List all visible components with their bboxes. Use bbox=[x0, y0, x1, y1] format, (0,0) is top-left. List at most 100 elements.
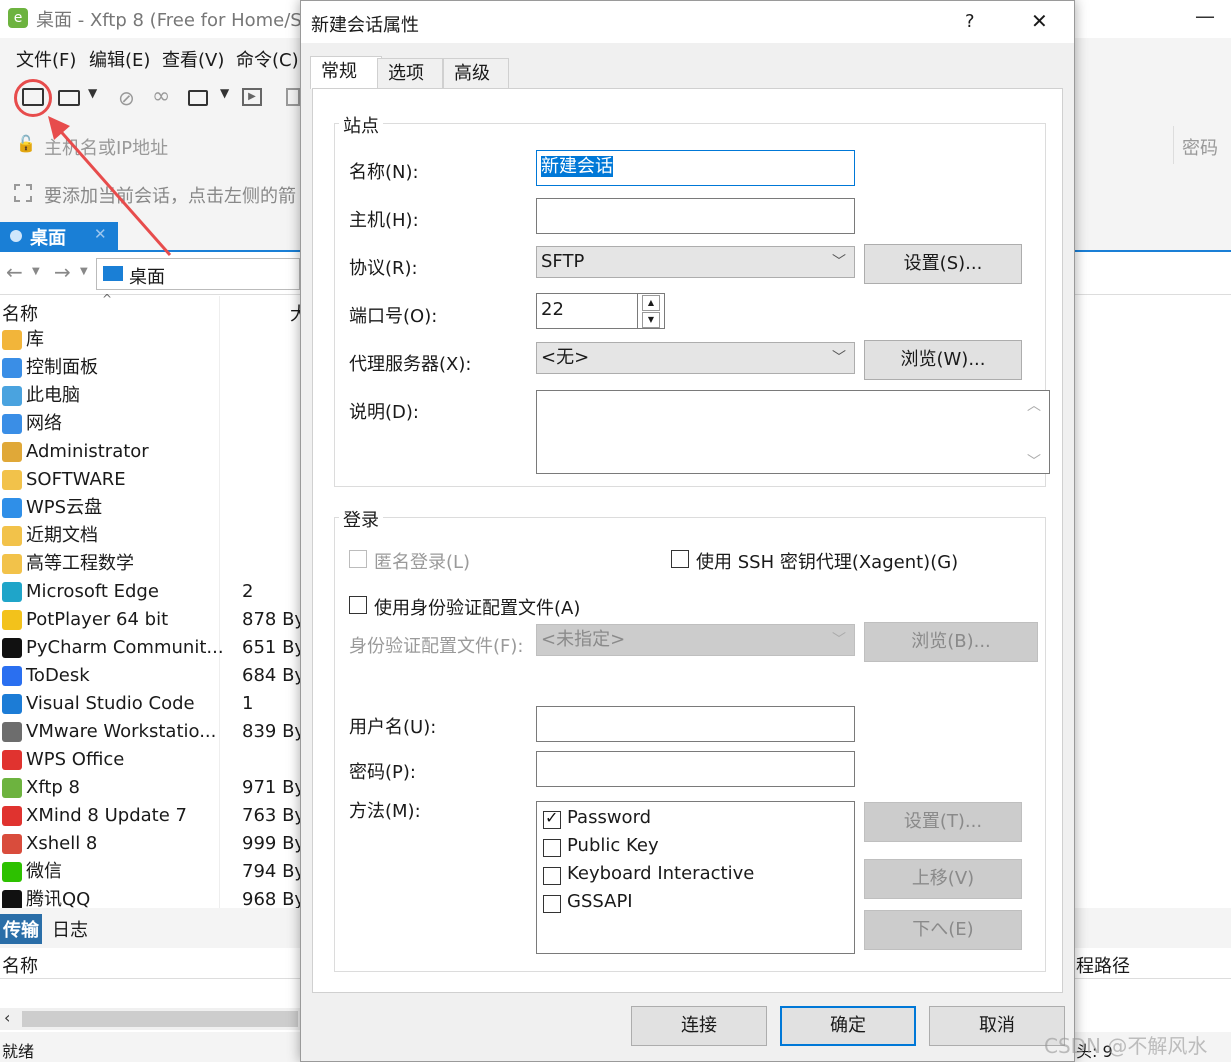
path-input[interactable]: 桌面 bbox=[96, 258, 300, 290]
tab-log[interactable]: 日志 bbox=[52, 916, 88, 942]
method-item-password[interactable]: ✓ Password bbox=[543, 807, 843, 833]
folder-icon bbox=[2, 470, 22, 490]
list-item[interactable]: 此电脑 bbox=[0, 382, 300, 410]
username-input[interactable] bbox=[536, 706, 855, 742]
list-item[interactable]: 网络 bbox=[0, 410, 300, 438]
list-item[interactable]: Microsoft Edge 2 bbox=[0, 578, 300, 606]
forward-icon[interactable]: → bbox=[54, 260, 71, 284]
method-publickey-checkbox[interactable] bbox=[543, 839, 561, 857]
link-icon[interactable]: ∞ bbox=[152, 84, 170, 109]
password-field-label[interactable]: 密码 bbox=[1182, 134, 1218, 160]
file-size: 968 By bbox=[242, 889, 300, 908]
list-item[interactable]: 高等工程数学 bbox=[0, 550, 300, 578]
list-item[interactable]: 库 bbox=[0, 326, 300, 354]
protocol-settings-button[interactable]: 设置(S)... bbox=[864, 244, 1022, 284]
column-name[interactable]: 名称 bbox=[2, 300, 38, 326]
list-item[interactable]: WPS Office bbox=[0, 746, 300, 774]
help-icon[interactable]: ? bbox=[965, 11, 975, 32]
port-input[interactable]: 22 bbox=[536, 293, 638, 329]
ok-button[interactable]: 确定 bbox=[780, 1006, 916, 1046]
list-item[interactable]: ToDesk 684 By bbox=[0, 662, 300, 690]
anonymous-checkbox[interactable] bbox=[349, 550, 367, 568]
vscode-icon bbox=[2, 694, 22, 714]
spin-down-icon[interactable]: ▼ bbox=[642, 312, 660, 328]
list-item[interactable]: Administrator bbox=[0, 438, 300, 466]
path-text: 桌面 bbox=[129, 267, 165, 288]
authfile-check-label: 使用身份验证配置文件(A) bbox=[374, 598, 581, 619]
chevron-down-icon[interactable]: ▼ bbox=[220, 86, 229, 100]
list-item[interactable]: 控制面板 bbox=[0, 354, 300, 382]
move-down-button[interactable]: 下へ(E) bbox=[864, 910, 1022, 950]
spin-up-icon[interactable]: ▲ bbox=[642, 295, 660, 311]
authfile-checkbox[interactable] bbox=[349, 596, 367, 614]
vmware-icon bbox=[2, 722, 22, 742]
method-settings-button[interactable]: 设置(T)... bbox=[864, 802, 1022, 842]
scroll-down-icon[interactable]: ﹀ bbox=[1027, 451, 1041, 471]
minimize-icon[interactable]: — bbox=[1195, 4, 1215, 28]
open-folder-icon[interactable] bbox=[58, 90, 80, 106]
method-item-gssapi[interactable]: GSSAPI bbox=[543, 891, 843, 917]
xagent-label: 使用 SSH 密钥代理(Xagent)(G) bbox=[696, 552, 959, 573]
desktop-icon bbox=[103, 266, 123, 281]
horizontal-scrollbar[interactable]: ‹ bbox=[0, 1008, 300, 1030]
list-item[interactable]: PotPlayer 64 bit 878 By bbox=[0, 606, 300, 634]
list-item[interactable]: Xftp 8 971 By bbox=[0, 774, 300, 802]
connect-button[interactable]: 连接 bbox=[631, 1006, 767, 1046]
method-password-label: Password bbox=[567, 807, 652, 828]
method-password-checkbox[interactable]: ✓ bbox=[543, 808, 561, 829]
tab-general[interactable]: 常规 bbox=[310, 56, 382, 89]
chevron-down-icon[interactable]: ▼ bbox=[88, 86, 97, 100]
description-textarea[interactable]: ︿ ﹀ bbox=[536, 390, 1050, 474]
session-settings-icon[interactable] bbox=[188, 90, 208, 106]
transfer-column-name[interactable]: 名称 bbox=[2, 952, 38, 978]
move-up-button[interactable]: 上移(V) bbox=[864, 859, 1022, 899]
list-item[interactable]: VMware Workstatio... 839 By bbox=[0, 718, 300, 746]
host-input[interactable] bbox=[536, 198, 855, 234]
proxy-select[interactable]: <无> ﹀ bbox=[536, 342, 855, 374]
session-name-input[interactable]: 新建会话 bbox=[536, 150, 855, 186]
tab-transfer[interactable]: 传输 bbox=[0, 914, 42, 944]
chevron-down-icon[interactable]: ▼ bbox=[80, 266, 88, 277]
transfer-icon[interactable] bbox=[286, 88, 300, 106]
menu-command[interactable]: 命令(C) bbox=[236, 46, 299, 72]
list-item[interactable]: 腾讯QQ 968 By bbox=[0, 886, 300, 908]
authfile-browse-button[interactable]: 浏览(B)... bbox=[864, 622, 1038, 662]
disconnect-icon[interactable]: ⊘ bbox=[118, 86, 135, 110]
method-gssapi-label: GSSAPI bbox=[567, 891, 633, 912]
close-icon[interactable]: ✕ bbox=[1031, 9, 1048, 33]
tab-advanced[interactable]: 高级 bbox=[443, 58, 509, 88]
list-item[interactable]: Xshell 8 999 By bbox=[0, 830, 300, 858]
scroll-up-icon[interactable]: ︿ bbox=[1027, 395, 1041, 415]
list-item[interactable]: 近期文档 bbox=[0, 522, 300, 550]
file-name: SOFTWARE bbox=[26, 469, 126, 490]
list-item[interactable]: 微信 794 By bbox=[0, 858, 300, 886]
list-item[interactable]: WPS云盘 bbox=[0, 494, 300, 522]
method-keyboard-checkbox[interactable] bbox=[543, 867, 561, 885]
list-item[interactable]: Visual Studio Code 1 bbox=[0, 690, 300, 718]
method-gssapi-checkbox[interactable] bbox=[543, 895, 561, 913]
menu-file[interactable]: 文件(F) bbox=[16, 46, 76, 72]
transfer-column-remote-path[interactable]: 程路径 bbox=[1076, 952, 1130, 978]
list-item[interactable]: XMind 8 Update 7 763 By bbox=[0, 802, 300, 830]
tab-options[interactable]: 选项 bbox=[377, 58, 443, 88]
protocol-select[interactable]: SFTP ﹀ bbox=[536, 246, 855, 278]
back-icon[interactable]: ← bbox=[6, 260, 23, 284]
method-item-keyboard[interactable]: Keyboard Interactive bbox=[543, 863, 843, 889]
xagent-checkbox[interactable] bbox=[671, 550, 689, 568]
password-input[interactable] bbox=[536, 751, 855, 787]
file-size: 999 By bbox=[242, 833, 300, 854]
qq-icon bbox=[2, 890, 22, 908]
scroll-left-icon[interactable]: ‹ bbox=[4, 1008, 10, 1027]
menu-edit[interactable]: 编辑(E) bbox=[89, 46, 150, 72]
port-label: 端口号(O): bbox=[349, 306, 438, 327]
chevron-down-icon[interactable]: ▼ bbox=[32, 266, 40, 277]
list-item[interactable]: PyCharm Communit... 651 By bbox=[0, 634, 300, 662]
proxy-browse-button[interactable]: 浏览(W)... bbox=[864, 340, 1022, 380]
port-stepper[interactable]: ▲ ▼ bbox=[638, 293, 665, 329]
file-size: 1 bbox=[242, 693, 254, 714]
authfile-select[interactable]: <未指定> ﹀ bbox=[536, 624, 855, 656]
play-icon[interactable]: ▶ bbox=[242, 88, 262, 106]
list-item[interactable]: SOFTWARE bbox=[0, 466, 300, 494]
method-item-publickey[interactable]: Public Key bbox=[543, 835, 843, 861]
menu-view[interactable]: 查看(V) bbox=[162, 46, 224, 72]
